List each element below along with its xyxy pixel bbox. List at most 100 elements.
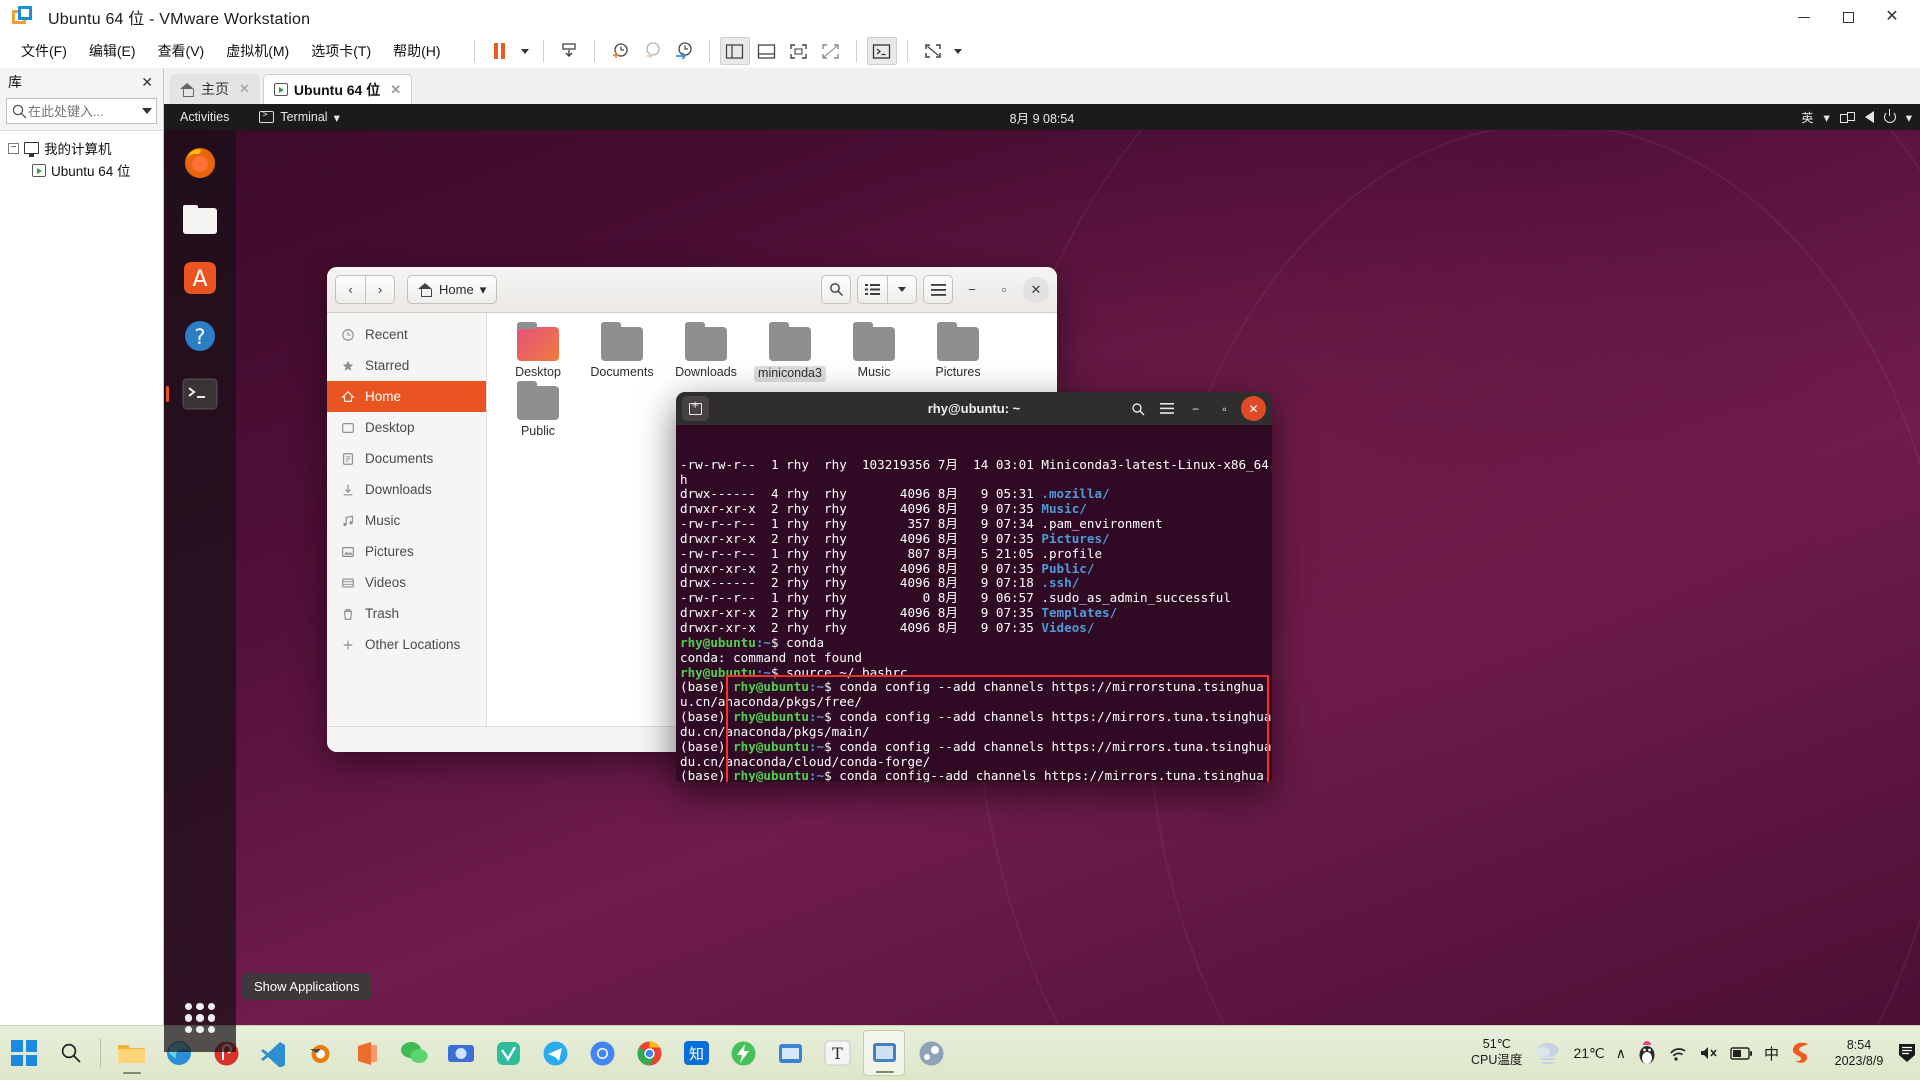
show-library-icon[interactable] [720, 37, 750, 65]
sidebar-item-pictures[interactable]: Pictures [327, 536, 486, 567]
terminal-close-button[interactable]: ✕ [1241, 396, 1266, 421]
sidebar-item-starred[interactable]: Starred [327, 350, 486, 381]
sidebar-item-recent[interactable]: Recent [327, 319, 486, 350]
expander-icon[interactable]: − [8, 143, 19, 154]
show-thumbnails-icon[interactable] [752, 37, 782, 65]
menu-vm[interactable]: 虚拟机(M) [215, 37, 300, 65]
taskbar-app-tencent-meeting[interactable] [487, 1030, 529, 1076]
menu-file[interactable]: 文件(F) [10, 37, 78, 65]
app-menu-terminal[interactable]: Terminal ▾ [259, 110, 340, 125]
file-item[interactable]: Music [835, 327, 913, 382]
taskbar-search-button[interactable] [48, 1026, 94, 1081]
taskbar-app-steam[interactable] [910, 1030, 952, 1076]
revert-snapshot-icon[interactable] [637, 37, 667, 65]
view-caret-icon[interactable] [887, 275, 917, 304]
windows-start-button[interactable] [0, 1026, 48, 1081]
sidebar-item-home[interactable]: Home [327, 381, 486, 412]
activities-button[interactable]: Activities [172, 108, 237, 126]
battery-icon[interactable] [1730, 1046, 1753, 1061]
tab-close-icon[interactable]: ✕ [390, 82, 401, 98]
input-method-caret-icon[interactable]: ▾ [1823, 110, 1829, 125]
gnome-status-area[interactable]: 英 ▾ ▾ [1801, 109, 1912, 126]
console-view-icon[interactable] [867, 37, 897, 65]
power-icon[interactable] [1884, 111, 1896, 123]
volume-muted-icon[interactable] [1699, 1044, 1719, 1062]
dock-item-terminal[interactable] [176, 370, 224, 418]
manage-snapshots-icon[interactable] [669, 37, 699, 65]
minimize-button[interactable] [1782, 2, 1826, 32]
path-caret-icon[interactable]: ▾ [480, 282, 487, 298]
taskbar-app-camera[interactable] [440, 1030, 482, 1076]
taskbar-app-zhihu[interactable]: 知 [675, 1030, 717, 1076]
input-method-indicator[interactable]: 英 [1801, 109, 1813, 126]
taskbar-app-vmware[interactable] [863, 1030, 905, 1076]
terminal-maximize-button[interactable]: ▫ [1212, 396, 1237, 421]
dock-item-software-center[interactable]: A [176, 254, 224, 302]
volume-icon[interactable] [1865, 111, 1874, 123]
tab-home[interactable]: 主页 ✕ [170, 74, 260, 104]
sidebar-item-music[interactable]: Music [327, 505, 486, 536]
file-item[interactable]: Desktop [499, 327, 577, 382]
network-icon[interactable] [1840, 112, 1855, 123]
sogou-icon[interactable] [1790, 1040, 1814, 1066]
dock-item-firefox[interactable] [176, 138, 224, 186]
taskbar-app-google-chrome[interactable] [628, 1030, 670, 1076]
pause-icon[interactable] [485, 37, 515, 65]
search-icon[interactable] [1125, 396, 1150, 421]
dock-item-help[interactable]: ? [176, 312, 224, 360]
menu-view[interactable]: 查看(V) [147, 37, 216, 65]
taskbar-app-office[interactable] [346, 1030, 388, 1076]
cpu-temperature-indicator[interactable]: 51℃ CPU温度 [1471, 1037, 1522, 1068]
list-view-icon[interactable] [857, 275, 887, 304]
taskbar-app-file-explorer[interactable] [111, 1030, 153, 1076]
fit-guest-icon[interactable] [784, 37, 814, 65]
ubuntu-guest-screen[interactable]: Activities Terminal ▾ 8月 9 08:54 英 ▾ ▾ [164, 104, 1920, 1052]
new-tab-button[interactable] [682, 396, 709, 421]
library-search-caret-icon[interactable] [142, 108, 152, 114]
library-search-input[interactable] [28, 104, 140, 119]
taskbar-app-chrome[interactable] [581, 1030, 623, 1076]
tab-close-icon[interactable]: ✕ [239, 81, 250, 97]
show-applications-button[interactable] [176, 994, 224, 1042]
taskbar-app-blender[interactable] [299, 1030, 341, 1076]
search-icon[interactable] [821, 275, 851, 304]
fit-window-icon[interactable] [816, 37, 846, 65]
taskbar-app-vscode[interactable] [252, 1030, 294, 1076]
menu-tabs[interactable]: 选项卡(T) [300, 37, 382, 65]
hamburger-menu-icon[interactable] [923, 275, 953, 304]
files-maximize-button[interactable]: ▫ [991, 277, 1017, 303]
taskbar-app-wechat[interactable] [393, 1030, 435, 1076]
fullscreen-icon[interactable] [918, 37, 948, 65]
terminal-window[interactable]: rhy@ubuntu: ~ − ▫ ✕ [676, 392, 1272, 782]
file-item[interactable]: Public [499, 386, 577, 439]
close-button[interactable]: ✕ [1870, 2, 1914, 32]
library-close-icon[interactable]: ✕ [137, 74, 157, 91]
file-item-miniconda3[interactable]: miniconda3 [751, 327, 829, 382]
sidebar-item-videos[interactable]: Videos [327, 567, 486, 598]
file-item[interactable]: Documents [583, 327, 661, 382]
sidebar-item-desktop[interactable]: Desktop [327, 412, 486, 443]
fullscreen-caret-icon[interactable] [950, 37, 966, 65]
terminal-minimize-button[interactable]: − [1183, 396, 1208, 421]
file-item[interactable]: Downloads [667, 327, 745, 382]
files-minimize-button[interactable]: − [959, 277, 985, 303]
taskbar-app-thunder[interactable] [722, 1030, 764, 1076]
terminal-screen[interactable]: -rw-rw-r-- 1 rhy rhy 103219356 7月 14 03:… [676, 425, 1272, 782]
menu-help[interactable]: 帮助(H) [382, 37, 451, 65]
notification-center-button[interactable] [1894, 1042, 1920, 1064]
maximize-button[interactable] [1826, 2, 1870, 32]
sidebar-item-documents[interactable]: Documents [327, 443, 486, 474]
hamburger-menu-icon[interactable] [1154, 396, 1179, 421]
sidebar-item-downloads[interactable]: Downloads [327, 474, 486, 505]
file-item[interactable]: Pictures [919, 327, 997, 382]
taskbar-app-store[interactable] [769, 1030, 811, 1076]
library-search-box[interactable] [6, 98, 157, 124]
taskbar-app-typora[interactable]: T [816, 1030, 858, 1076]
wifi-icon[interactable] [1668, 1045, 1688, 1062]
forward-button[interactable]: › [365, 275, 395, 304]
pause-dropdown-caret-icon[interactable] [517, 37, 533, 65]
dock-item-files[interactable] [176, 196, 224, 244]
take-snapshot-icon[interactable] [605, 37, 635, 65]
system-menu-caret-icon[interactable]: ▾ [1906, 110, 1912, 125]
tab-ubuntu-64[interactable]: Ubuntu 64 位 ✕ [263, 74, 412, 104]
